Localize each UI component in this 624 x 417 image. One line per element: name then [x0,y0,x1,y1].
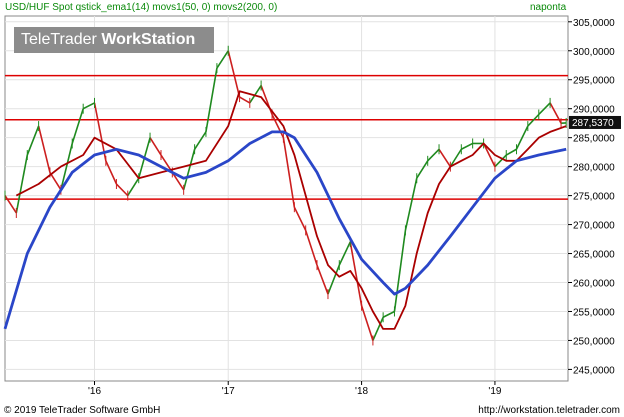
y-tick-label: 275,0000 [573,192,615,203]
footer-link[interactable]: http://workstation.teletrader.com [478,405,620,416]
y-axis: 245,0000 250,0000 255,0000 260,0000 265,0000… [568,18,615,376]
x-tick-label: '18 [355,386,368,397]
y-tick-label: 285,0000 [573,134,615,145]
last-price-marker: 287,5370 [569,115,621,129]
y-tick-label: 295,0000 [573,76,615,87]
watermark-product: WorkStation [101,31,196,48]
y-tick-label: 270,0000 [573,221,615,232]
y-tick-label: 300,0000 [573,47,615,58]
y-tick-label: 290,0000 [573,105,615,116]
chart-header: USD/HUF Spot qstick_ema1(14) movs1(50, 0… [5,2,277,13]
copyright-text: © 2019 TeleTrader Software GmbH [4,405,161,416]
y-tick-label: 255,0000 [573,307,615,318]
watermark-brand: TeleTrader [21,31,97,48]
y-tick-label: 305,0000 [573,18,615,29]
period-label[interactable]: naponta [530,2,566,13]
indicator-list[interactable]: qstick_ema1(14) movs1(50, 0) movs2(200, … [76,2,278,13]
y-tick-label: 245,0000 [573,365,615,376]
x-tick-label: '17 [222,386,235,397]
price-chart[interactable]: 245,0000 250,0000 255,0000 260,0000 265,0000… [0,0,624,417]
watermark-logo: TeleTrader WorkStation [14,27,214,53]
y-tick-label: 250,0000 [573,336,615,347]
x-tick-label: '19 [488,386,501,397]
x-axis: '16 '17 '18 '19 [88,381,502,397]
y-tick-label: 260,0000 [573,279,615,290]
x-tick-label: '16 [88,386,101,397]
instrument-name[interactable]: USD/HUF Spot [5,2,73,13]
last-price-label: 287,5370 [572,118,614,129]
y-tick-label: 280,0000 [573,163,615,174]
y-tick-label: 265,0000 [573,250,615,261]
